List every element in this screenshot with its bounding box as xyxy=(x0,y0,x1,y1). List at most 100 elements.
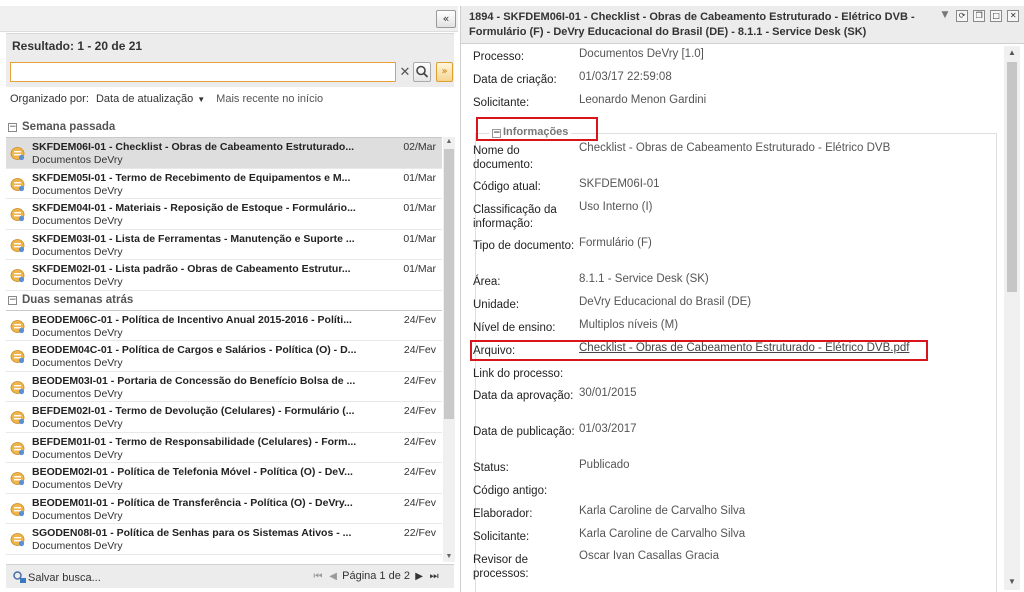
document-icon xyxy=(10,208,25,222)
left-toolbar xyxy=(0,6,458,32)
first-page-icon[interactable]: ⏮ xyxy=(312,571,324,582)
sort-field-label: Data de atualização xyxy=(95,93,194,105)
sort-controls: Organizado por: Data de atualização ▼ Mai… xyxy=(10,93,454,107)
item-title: SKFDEM02I-01 - Lista padrão - Obras de C… xyxy=(32,263,351,275)
field-label: Nível de ensino: xyxy=(473,322,556,334)
last-page-icon[interactable]: ⏭ xyxy=(428,571,440,582)
info-section xyxy=(475,133,997,592)
item-process: Documentos DeVry xyxy=(32,276,123,288)
item-process: Documentos DeVry xyxy=(32,418,123,430)
list-item[interactable]: BEODEM01I-01 - Política de Transferência… xyxy=(6,494,442,524)
search-bar: ✕ » xyxy=(6,57,454,87)
field-value: Multiplos níveis (M) xyxy=(579,319,679,331)
results-header: Resultado: 1 - 20 de 21 xyxy=(6,33,454,57)
scroll-down-icon[interactable]: ▼ xyxy=(1004,577,1020,586)
list-item[interactable]: SGODEN08I-01 - Política de Senhas para o… xyxy=(6,524,442,555)
prev-page-icon[interactable]: ◀ xyxy=(327,571,339,582)
field-label: Processo: xyxy=(473,51,525,63)
item-process: Documentos DeVry xyxy=(32,479,123,491)
scroll-down-icon[interactable]: ▼ xyxy=(444,552,454,562)
clear-search-icon[interactable]: ✕ xyxy=(398,62,412,82)
field-value: SKFDEM06I-01 xyxy=(579,178,660,190)
list-item[interactable]: BEODEM04C-01 - Política de Cargos e Salá… xyxy=(6,341,442,372)
item-process: Documentos DeVry xyxy=(32,357,123,369)
group-header[interactable]: − Duas semanas atrás xyxy=(6,291,442,311)
item-process: Documentos DeVry xyxy=(32,184,123,197)
list-item[interactable]: BEFDEM02I-01 - Termo de Devolução (Celul… xyxy=(6,402,442,433)
info-section-toggle[interactable]: − Informações xyxy=(489,126,572,138)
collapse-panel-button[interactable]: « xyxy=(436,10,456,28)
scroll-up-icon[interactable]: ▲ xyxy=(444,137,454,147)
sort-order-toggle[interactable]: Mais recente no início xyxy=(216,93,323,105)
field-value: Uso Interno (I) xyxy=(579,201,653,213)
save-search-button[interactable]: Salvar busca... xyxy=(12,570,101,584)
detail-scrollbar[interactable]: ▲ ▼ xyxy=(1004,46,1020,590)
item-date: 24/Fev xyxy=(403,313,436,326)
search-icon xyxy=(416,65,429,78)
item-date: 01/Mar xyxy=(403,232,436,245)
detail-scroll-thumb[interactable] xyxy=(1007,62,1017,292)
list-item[interactable]: SKFDEM03I-01 - Lista de Ferramentas - Ma… xyxy=(6,230,442,260)
item-title: SKFDEM03I-01 - Lista de Ferramentas - Ma… xyxy=(32,232,355,245)
search-input[interactable] xyxy=(10,62,396,82)
maximize-icon[interactable]: □ xyxy=(990,10,1003,22)
item-title: BEODEM01I-01 - Política de Transferência… xyxy=(32,496,353,509)
item-date: 22/Fev xyxy=(403,527,436,539)
list-item[interactable]: BEFDEM01I-01 - Termo de Responsabilidade… xyxy=(6,433,442,463)
item-date: 24/Fev xyxy=(403,435,436,448)
list-scrollbar[interactable]: ▲ ▼ xyxy=(443,137,455,562)
collapse-icon[interactable]: − xyxy=(8,123,17,132)
refresh-icon[interactable]: ⟳ xyxy=(956,10,969,22)
list-item[interactable]: BEODEM06C-01 - Política de Incentivo Anu… xyxy=(6,311,442,341)
field-label: Nome do documento: xyxy=(473,145,534,171)
field-label: Solicitante: xyxy=(473,531,530,543)
item-process: Documentos DeVry xyxy=(32,154,123,166)
item-process: Documentos DeVry xyxy=(32,387,123,400)
item-title: BEFDEM02I-01 - Termo de Devolução (Celul… xyxy=(32,405,355,417)
field-value: Karla Caroline de Carvalho Silva xyxy=(579,528,746,540)
scroll-up-icon[interactable]: ▲ xyxy=(1004,48,1020,57)
sort-prefix-label: Organizado por: xyxy=(10,93,89,105)
list-item[interactable]: SKFDEM04I-01 - Materiais - Reposição de … xyxy=(6,199,442,230)
restore-window-icon[interactable]: ❐ xyxy=(973,10,986,22)
item-title: SGODEN08I-01 - Política de Senhas para o… xyxy=(32,527,352,539)
document-icon xyxy=(10,269,25,283)
search-button[interactable] xyxy=(413,62,431,82)
group-header[interactable]: − Semana passada xyxy=(6,118,442,138)
collapse-icon[interactable]: − xyxy=(8,295,17,305)
item-title: BEODEM04C-01 - Política de Cargos e Salá… xyxy=(32,344,357,356)
field-value: Leonardo Menon Gardini xyxy=(579,94,707,106)
list-item[interactable]: BEODEM02I-01 - Política de Telefonia Móv… xyxy=(6,463,442,494)
next-page-icon[interactable]: ▶ xyxy=(413,571,425,582)
item-title: SKFDEM05I-01 - Termo de Recebimento de E… xyxy=(32,171,351,184)
item-date: 24/Fev xyxy=(403,405,436,417)
close-icon[interactable]: ✕ xyxy=(1007,10,1020,22)
advanced-filter-button[interactable]: » xyxy=(436,62,453,82)
field-label: Área: xyxy=(473,276,501,288)
field-value: 01/03/17 22:59:08 xyxy=(579,71,672,83)
menu-dropdown-icon[interactable]: ▼ xyxy=(939,10,951,22)
list-footer: Salvar busca... ⏮ ◀ Página 1 de 2 ▶ ⏭ xyxy=(6,564,454,588)
document-detail-panel: 1894 - SKFDEM06I-01 - Checklist - Obras … xyxy=(460,6,1024,592)
list-item[interactable]: SKFDEM06I-01 - Checklist - Obras de Cabe… xyxy=(6,138,442,169)
list-item[interactable]: SKFDEM02I-01 - Lista padrão - Obras de C… xyxy=(6,260,442,291)
double-chevron-down-icon: » xyxy=(441,66,448,77)
item-title: BEODEM02I-01 - Política de Telefonia Móv… xyxy=(32,466,353,478)
save-search-label: Salvar busca... xyxy=(28,572,101,584)
item-process: Documentos DeVry xyxy=(32,509,123,522)
field-value: 8.1.1 - Service Desk (SK) xyxy=(579,273,709,285)
field-label: Unidade: xyxy=(473,299,520,311)
item-process: Documentos DeVry xyxy=(32,448,123,461)
document-icon xyxy=(10,177,25,191)
document-icon xyxy=(10,350,25,364)
sort-field-dropdown[interactable]: Data de atualização ▼ xyxy=(96,93,209,105)
document-icon xyxy=(10,441,25,455)
field-value: Publicado xyxy=(579,459,630,471)
list-item[interactable]: BEODEM03I-01 - Portaria de Concessão do … xyxy=(6,372,442,402)
field-label: Data de criação: xyxy=(473,74,557,86)
list-item[interactable]: SKFDEM05I-01 - Termo de Recebimento de E… xyxy=(6,169,442,199)
list-scroll-thumb[interactable] xyxy=(444,149,454,419)
item-title: BEODEM03I-01 - Portaria de Concessão do … xyxy=(32,374,356,387)
field-label: Elaborador: xyxy=(473,508,533,520)
field-label: Data de publicação: xyxy=(473,426,575,438)
